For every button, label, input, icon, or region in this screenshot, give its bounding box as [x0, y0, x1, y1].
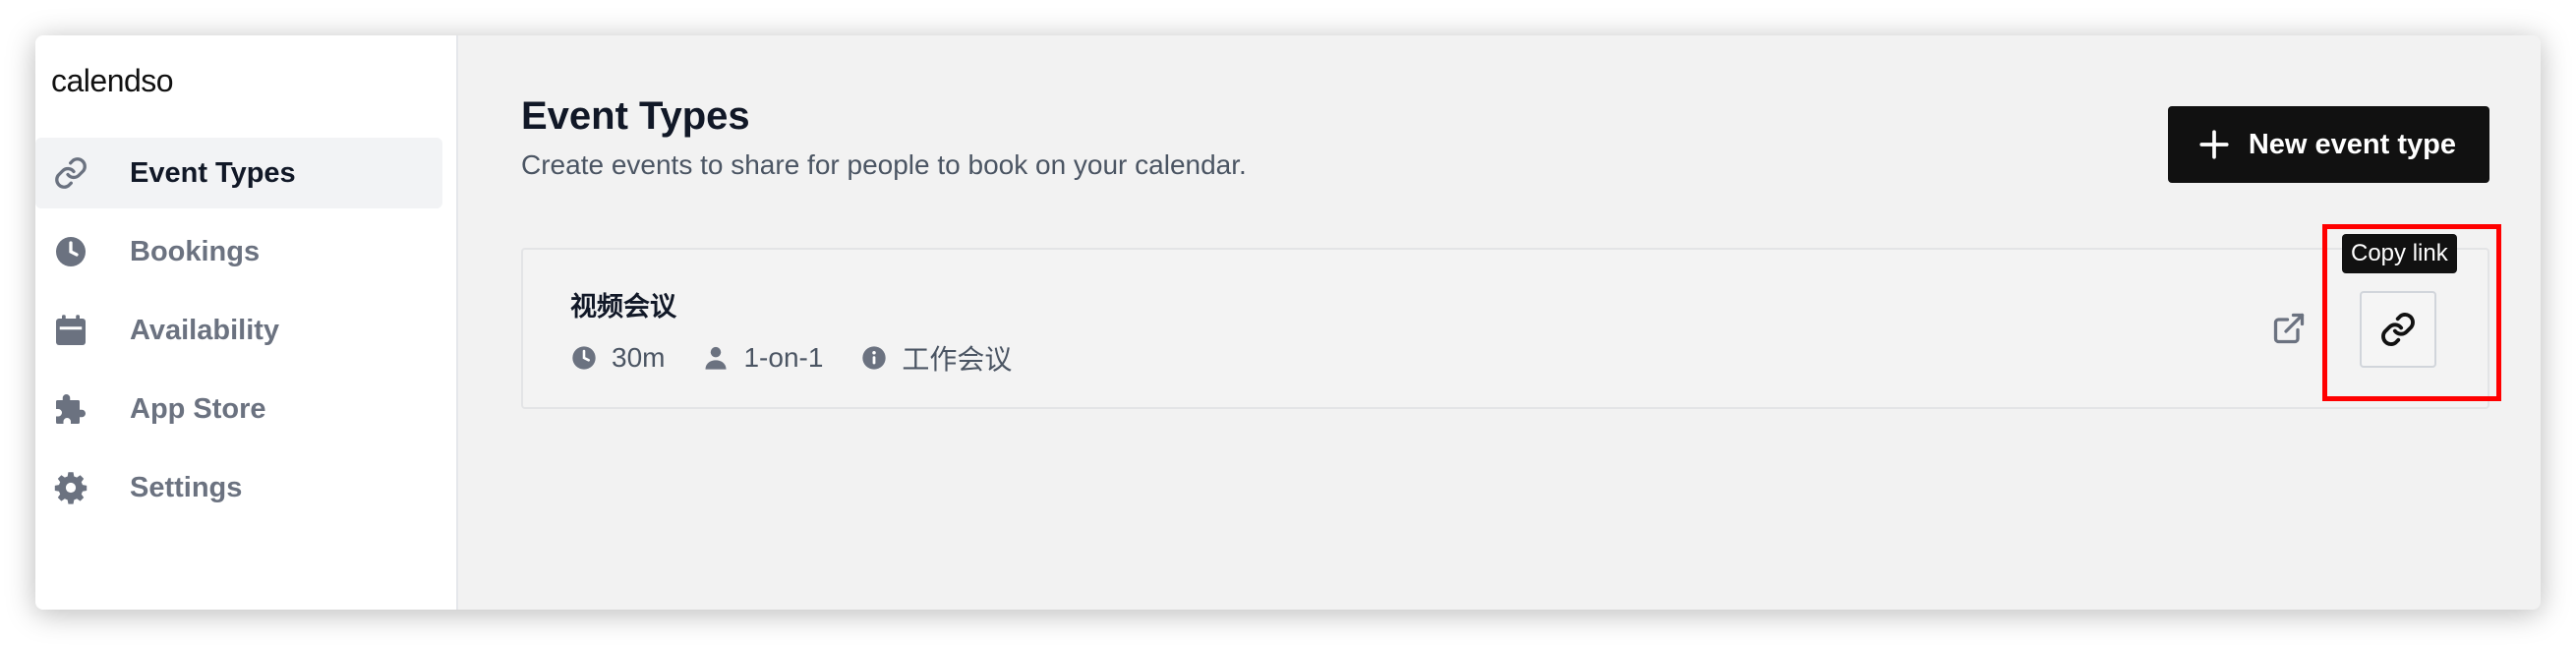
sidebar-item-bookings[interactable]: Bookings	[35, 216, 442, 287]
plus-icon	[2199, 130, 2229, 159]
sidebar-item-availability[interactable]: Availability	[35, 295, 442, 366]
event-duration: 30m	[570, 342, 665, 374]
clock-icon	[572, 346, 596, 370]
new-event-type-button[interactable]: New event type	[2167, 106, 2489, 183]
event-type-text: 1-on-1	[743, 342, 824, 373]
link-icon	[53, 155, 88, 191]
event-duration-text: 30m	[612, 342, 666, 373]
sidebar-item-app-store[interactable]: App Store	[35, 374, 442, 444]
copy-link-button[interactable]	[2360, 291, 2436, 368]
link-icon	[2381, 313, 2415, 346]
user-icon	[705, 346, 727, 370]
main-content: Event Types Create events to share for p…	[458, 35, 2541, 610]
sidebar: calendso Event Types Bookings Availabili…	[35, 35, 458, 610]
external-link-icon[interactable]	[2271, 311, 2307, 346]
page-subtitle: Create events to share for people to boo…	[521, 149, 1247, 180]
clock-icon	[53, 234, 88, 269]
event-description-text: 工作会议	[902, 344, 1013, 375]
sidebar-item-label: App Store	[130, 392, 266, 425]
sidebar-nav: Event Types Bookings Availability App St…	[35, 138, 442, 531]
sidebar-item-label: Availability	[130, 314, 280, 346]
event-title[interactable]: 视频会议	[570, 285, 676, 323]
event-type: 1-on-1	[702, 342, 823, 374]
sidebar-item-settings[interactable]: Settings	[35, 452, 442, 523]
copy-link-tooltip: Copy link	[2342, 234, 2457, 273]
event-type-card[interactable]: 视频会议 30m 1-on-1 工作会议 Copy link	[521, 234, 2489, 409]
sidebar-item-label: Event Types	[130, 156, 296, 189]
sidebar-item-label: Bookings	[130, 235, 261, 267]
app-window: calendso Event Types Bookings Availabili…	[35, 35, 2541, 610]
gear-icon	[53, 470, 88, 505]
info-icon	[862, 346, 887, 370]
sidebar-item-event-types[interactable]: Event Types	[35, 138, 442, 208]
sidebar-item-label: Settings	[130, 471, 243, 503]
page-title: Event Types	[521, 94, 750, 138]
calendar-icon	[53, 313, 88, 348]
puzzle-icon	[53, 391, 88, 427]
event-description: 工作会议	[860, 338, 1012, 378]
app-logo[interactable]: calendso	[51, 63, 174, 99]
event-meta: 30m 1-on-1 工作会议	[570, 338, 1049, 378]
new-event-type-label: New event type	[2248, 128, 2456, 160]
